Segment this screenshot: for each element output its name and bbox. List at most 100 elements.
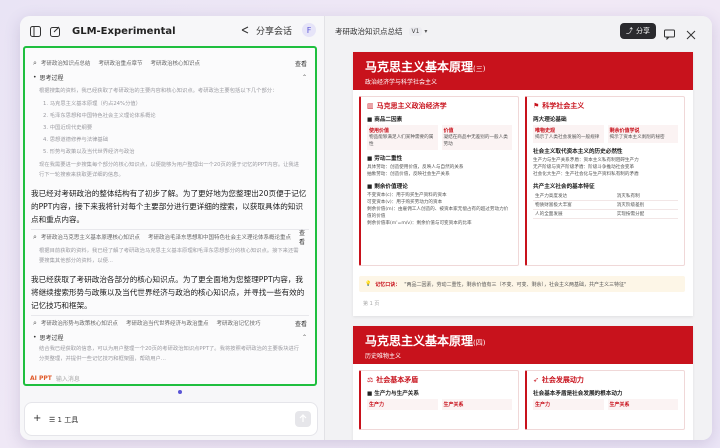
- thinking-process-toggle[interactable]: • 思考过程 ⌃: [25, 70, 315, 84]
- list-item: 3. 中国近现代史纲要: [43, 125, 93, 131]
- box-heading: 生产关系: [609, 402, 630, 408]
- thinking-text: 根据目前获取的资料，我已经了解了考研政治马克思主义基本原理和毛泽东思想部分的核心…: [39, 248, 299, 264]
- chat-header: GLM-Experimental 分享会话 F: [20, 16, 324, 46]
- value-text: 凝结在商品中无差别的一般人类劳动: [443, 135, 508, 147]
- slide-title-suffix: (四): [473, 339, 486, 347]
- tools-label: 1 工具: [57, 416, 79, 424]
- productive-forces: 生产力: [533, 399, 604, 410]
- slide-title: 马克思主义基本原理: [365, 60, 474, 74]
- flag-icon: ⚑: [533, 102, 540, 110]
- version-badge[interactable]: V1: [408, 26, 423, 36]
- surplus-item: 剩余价值率(m'=m/v)：剩余价值与可变资本的比率: [367, 221, 472, 226]
- new-chat-icon[interactable]: [48, 24, 62, 38]
- section-heading: 两大理论基础: [533, 117, 567, 123]
- use-value-heading: 使用价值: [369, 128, 390, 134]
- table-cell: 实现按需分配: [614, 209, 678, 219]
- view-button[interactable]: 查看: [295, 59, 307, 68]
- list-item: 2. 毛泽东思想和中国特色社会主义理论体系概论: [43, 113, 156, 119]
- search-row[interactable]: ⌕ 考研政治形势与政策核心知识点 考研政治当代世界经济与政治重点 考研政治记忆技…: [25, 316, 315, 330]
- search-term: 考研政治当代世界经济与政治重点: [125, 321, 209, 327]
- share-label: 分享: [636, 27, 650, 35]
- search-row[interactable]: ⌕ 考研政治知识点总结 考研政治重点章节 考研政治核心知识点 查看: [25, 56, 315, 70]
- avatar[interactable]: F: [302, 23, 316, 37]
- slide-2[interactable]: 马克思主义基本原理(四) 历史唯物主义 ⚖ 社会基本矛盾 ■ 生产力与生产关系 生…: [353, 326, 693, 440]
- share-icon: [238, 23, 252, 37]
- rocket-icon: ➶: [533, 376, 539, 384]
- basic-contradiction-card: ⚖ 社会基本矛盾 ■ 生产力与生产关系 生产力 生产关系: [359, 370, 519, 430]
- share-button[interactable]: ⤴ 分享: [620, 23, 656, 39]
- commodity-factors: 使用价值 物品能够满足人们某种需要的属性 价值 凝结在商品中无差别的一般人类劳动: [367, 125, 512, 150]
- table-row: 物质财富极大丰富 消灭阶级差别: [533, 200, 678, 210]
- memo-label: 记忆口诀：: [375, 281, 401, 288]
- sidebar-toggle-icon[interactable]: [28, 24, 42, 38]
- card-heading: 社会基本矛盾: [376, 376, 419, 384]
- slide-1[interactable]: 马克思主义基本原理(三) 政治经济学与科学社会主义 ▥ 马克思主义政治经济学 ■ …: [353, 52, 693, 316]
- surplus-item: 剩余价值(m)：由雇佣工人创造的、被资本家无偿占有的超过劳动力价值的价值: [367, 207, 509, 219]
- chart-icon: ▥: [367, 102, 374, 110]
- send-button[interactable]: [295, 411, 311, 427]
- table-cell: 消灭阶级差别: [614, 200, 678, 210]
- table-cell: 人的全面发展: [533, 209, 615, 219]
- scale-icon: ⚖: [367, 376, 374, 384]
- chevron-up-icon: ⌃: [301, 333, 307, 341]
- chevron-down-icon[interactable]: ▾: [424, 28, 427, 35]
- plus-icon[interactable]: +: [33, 413, 41, 424]
- share-icon: ⤴: [626, 27, 633, 35]
- slide-banner: 马克思主义基本原理(四) 历史唯物主义: [353, 326, 693, 364]
- use-value-text: 物品能够满足人们某种需要的属性: [369, 135, 434, 147]
- share-conversation-button[interactable]: 分享会话 F: [238, 23, 316, 37]
- tools-button[interactable]: ☰ 1 工具: [49, 415, 78, 425]
- assistant-message: 我已经对考研政治的整体结构有了初步了解。为了更好地为您整理出20页便于记忆的PP…: [31, 189, 307, 224]
- production-relations: 生产关系: [607, 399, 678, 410]
- search-term: 考研政治形势与政策核心知识点: [40, 321, 118, 327]
- view-button[interactable]: 查看: [299, 228, 307, 246]
- chat-panel: GLM-Experimental 分享会话 F ⌕ 考研政治知识点总结 考研政治…: [20, 16, 324, 440]
- close-icon[interactable]: [686, 25, 698, 40]
- thinking-process-toggle[interactable]: • 思考过程 ⌃: [25, 330, 315, 344]
- value-heading: 价值: [443, 128, 454, 134]
- search-term: 考研政治核心知识点: [150, 61, 200, 67]
- search-icon: ⌕: [33, 232, 37, 241]
- tools-icon: ☰: [49, 416, 58, 424]
- list-item: 5. 形势与政策以及当代世界经济与政治: [43, 149, 135, 155]
- section-heading: ■ 商品二因素: [367, 117, 403, 123]
- value-box: 价值 凝结在商品中无差别的一般人类劳动: [441, 125, 512, 150]
- ai-ppt-hint: AI PPT 输入消息: [30, 374, 80, 383]
- box-heading: 生产关系: [443, 402, 464, 408]
- productive-forces-box: 生产力 生产关系: [367, 399, 512, 410]
- scientific-socialism-card: ⚑ 科学社会主义 两大理论基础 唯物史观 揭示了人类社会发展的一般规律 剩余价值学说…: [525, 96, 685, 266]
- table-cell: 生产力高度发达: [533, 192, 615, 201]
- chat-content: ⌕ 考研政治知识点总结 考研政治重点章节 考研政治核心知识点 查看 • 思考过程…: [23, 46, 317, 386]
- political-economy-card: ▥ 马克思主义政治经济学 ■ 商品二因素 使用价值 物品能够满足人们某种需要的属性 …: [359, 96, 519, 266]
- page-number: 第 1 页: [363, 301, 380, 307]
- section-heading: ■ 生产力与生产关系: [367, 391, 419, 397]
- driving-force-box: 生产力 生产关系: [533, 399, 678, 410]
- search-row[interactable]: ⌕ 考研政治马克思主义基本原理核心知识点 考研政治毛泽东思想和中国特色社会主义理…: [25, 228, 315, 246]
- table-cell: 消灭私有制: [614, 192, 678, 201]
- memo-text: "两品二因素，劳动二重性，剩余价值有三（不变、可变、剩余），社会主义两基础，共产…: [404, 281, 627, 288]
- document-panel: 考研政治知识点总结 V1 ▾ ⤴ 分享 马克思主义基本原理(三) 政治经济学与科…: [325, 16, 712, 440]
- necessity-item: 生产力与生产关系矛盾：资本主义私有制阻碍生产力: [533, 158, 639, 163]
- slide-banner: 马克思主义基本原理(三) 政治经济学与科学社会主义: [353, 52, 693, 90]
- surplus-text: 揭示了资本主义剥削的秘密: [609, 135, 665, 140]
- assistant-message: 我已经获取了考研政治各部分的核心知识点。为了更全面地为您整理PPT内容，我将继续…: [31, 275, 305, 310]
- view-button[interactable]: 查看: [295, 319, 307, 328]
- card-heading: 社会发展动力: [541, 376, 584, 384]
- comment-icon[interactable]: [664, 25, 676, 41]
- thinking-tail: 现在我需要进一步搜集每个部分的核心知识点，以便能够为用户整理出一个20页的便于记…: [39, 162, 300, 178]
- card-heading: 科学社会主义: [542, 102, 585, 110]
- thinking-label: 思考过程: [39, 74, 64, 82]
- use-value-box: 使用价值 物品能够满足人们某种需要的属性: [367, 125, 438, 150]
- productive-forces: 生产力: [367, 399, 438, 410]
- thinking-text: 结合我已经获取的信息，可以为用户整理一个20页的考研政治知识点PPT了。我将按照…: [39, 346, 300, 362]
- social-development-card: ➶ 社会发展动力 社会基本矛盾是社会发展的根本动力 生产力 生产关系: [525, 370, 685, 430]
- ai-ppt-tag[interactable]: AI PPT: [30, 375, 52, 382]
- abstract-labor: 抽象劳动：创造价值，反映社会生产关系: [367, 172, 450, 177]
- production-relations: 生产关系: [441, 399, 512, 410]
- document-title: 考研政治知识点总结: [335, 26, 403, 36]
- surplus-box: 剩余价值学说 揭示了资本主义剥削的秘密: [607, 125, 678, 143]
- search-term: 考研政治记忆技巧: [216, 321, 261, 327]
- message-input[interactable]: + ☰ 1 工具: [24, 402, 318, 436]
- thinking-list: 1. 马克思主义基本原理（约占24%分值） 2. 毛泽东思想和中国特色社会主义理…: [25, 98, 315, 158]
- share-conversation-label: 分享会话: [255, 26, 292, 37]
